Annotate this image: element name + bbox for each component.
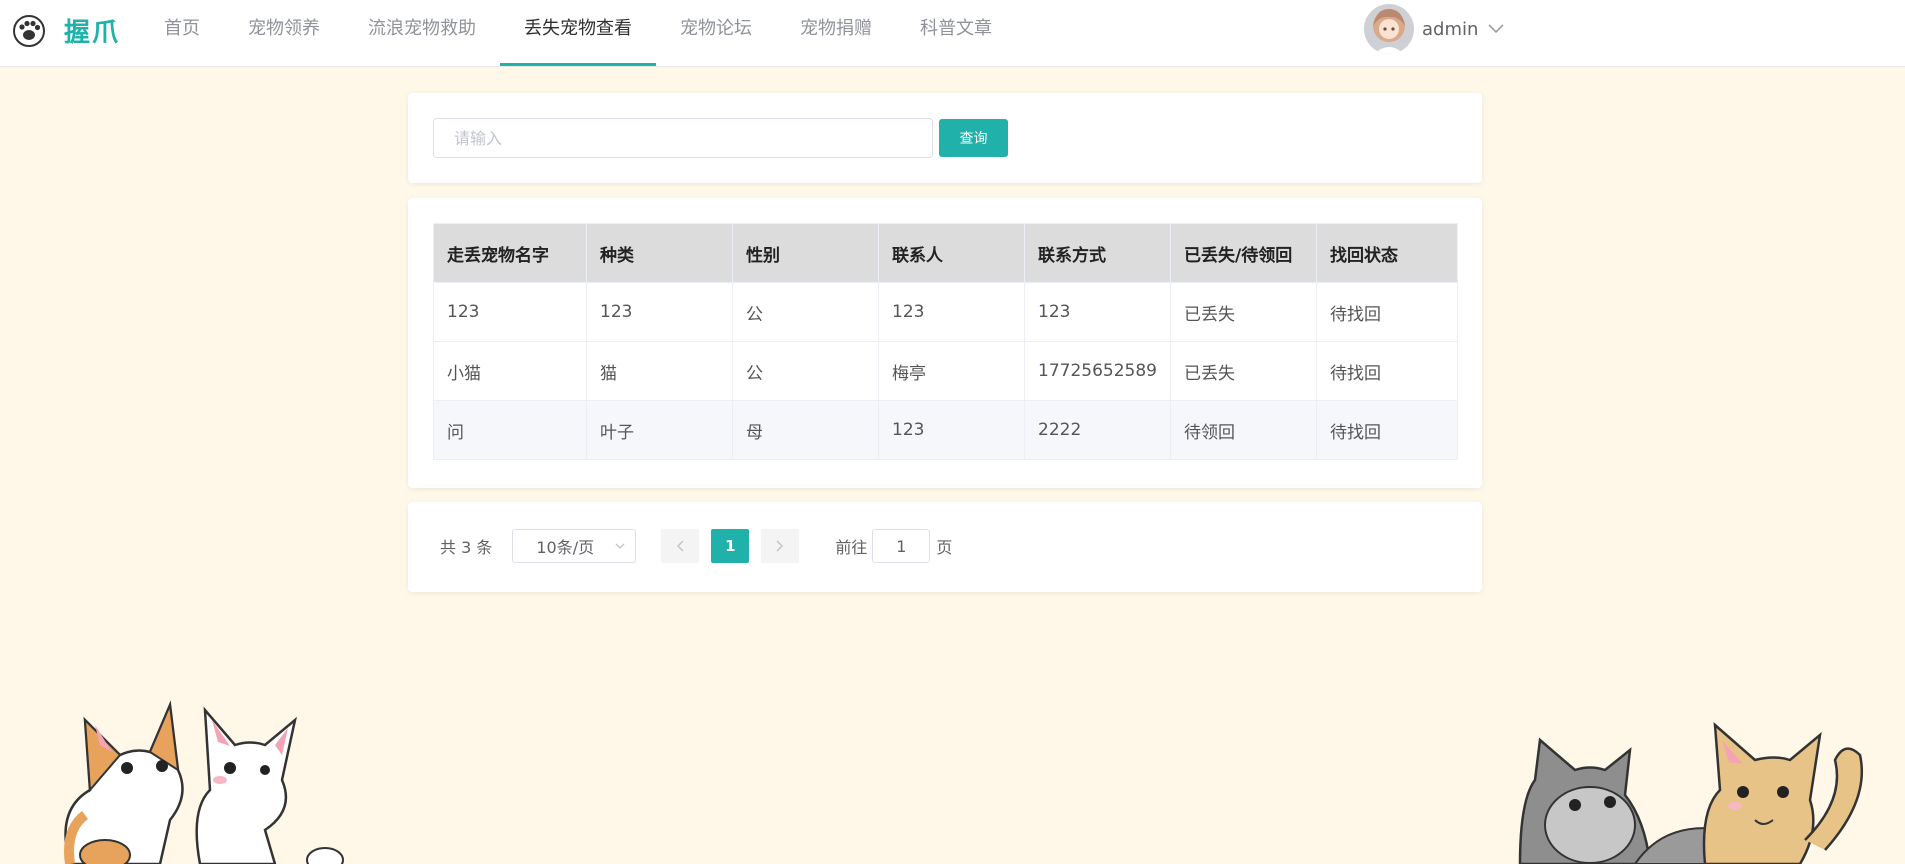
table-cell: 123 <box>433 282 587 342</box>
table-cell: 小猫 <box>433 341 587 401</box>
table-cell: 123 <box>586 282 733 342</box>
table-cell: 叶子 <box>586 400 733 460</box>
table-cell: 待找回 <box>1316 341 1458 401</box>
goto-suffix: 页 <box>936 538 953 557</box>
table-row[interactable]: 问 叶子 母 123 2222 待领回 待找回 <box>433 400 1458 460</box>
avatar[interactable] <box>1364 4 1414 54</box>
page-size-value: 10条/页 <box>536 538 595 557</box>
nav-item-home[interactable]: 首页 <box>140 0 224 66</box>
chevron-left-icon <box>677 540 684 552</box>
nav-item-lost-pets[interactable]: 丢失宠物查看 <box>500 0 656 66</box>
lost-pets-table: 走丢宠物名字 种类 性别 联系人 联系方式 已丢失/待领回 找回状态 123 1… <box>433 223 1458 460</box>
table-cell: 待领回 <box>1170 400 1317 460</box>
top-navbar: 握爪 首页 宠物领养 流浪宠物救助 丢失宠物查看 宠物论坛 宠物捐赠 科普文章 … <box>0 0 1905 67</box>
table-cell: 2222 <box>1024 400 1171 460</box>
total-count: 共 3 条 <box>440 538 493 557</box>
main-nav: 首页 宠物领养 流浪宠物救助 丢失宠物查看 宠物论坛 宠物捐赠 科普文章 <box>140 0 1016 66</box>
table-cell: 123 <box>878 400 1025 460</box>
table-cell: 123 <box>878 282 1025 342</box>
col-header-contact-info[interactable]: 联系方式 <box>1024 223 1171 283</box>
next-page-button[interactable] <box>761 529 800 563</box>
goto-page-input[interactable] <box>872 529 931 563</box>
table-row[interactable]: 123 123 公 123 123 已丢失 待找回 <box>433 282 1458 342</box>
username[interactable]: admin <box>1422 19 1478 40</box>
table-cell: 待找回 <box>1316 400 1458 460</box>
search-button[interactable]: 查询 <box>939 119 1008 157</box>
table-cell: 待找回 <box>1316 282 1458 342</box>
table-cell: 123 <box>1024 282 1171 342</box>
page-number-button[interactable]: 1 <box>711 529 750 563</box>
table-header-row: 走丢宠物名字 种类 性别 联系人 联系方式 已丢失/待领回 找回状态 <box>433 223 1458 283</box>
table-cell: 问 <box>433 400 587 460</box>
table-cell: 猫 <box>586 341 733 401</box>
pagination-card: 共 3 条 10条/页 1 前往 页 <box>408 502 1482 592</box>
table-cell: 梅亭 <box>878 341 1025 401</box>
page-size-select[interactable]: 10条/页 <box>512 529 637 563</box>
search-card: 查询 <box>408 93 1482 183</box>
prev-page-button[interactable] <box>661 529 700 563</box>
table-cell: 公 <box>732 341 879 401</box>
search-input[interactable] <box>433 118 933 158</box>
table-cell: 17725652589 <box>1024 341 1171 401</box>
brand-logo-text[interactable]: 握爪 <box>64 12 120 49</box>
cats-illustration-right <box>1518 722 1864 864</box>
table-row[interactable]: 小猫 猫 公 梅亭 17725652589 已丢失 待找回 <box>433 341 1458 401</box>
nav-item-pet-adoption[interactable]: 宠物领养 <box>224 0 344 66</box>
nav-item-science-articles[interactable]: 科普文章 <box>896 0 1016 66</box>
pagination: 共 3 条 10条/页 1 前往 页 <box>440 529 952 563</box>
col-header-contact-person[interactable]: 联系人 <box>878 223 1025 283</box>
col-header-lost-status[interactable]: 已丢失/待领回 <box>1170 223 1317 283</box>
lost-pets-table-card: 走丢宠物名字 种类 性别 联系人 联系方式 已丢失/待领回 找回状态 123 1… <box>408 198 1482 488</box>
col-header-recovery-status[interactable]: 找回状态 <box>1316 223 1458 283</box>
col-header-pet-name[interactable]: 走丢宠物名字 <box>433 223 587 283</box>
nav-item-pet-donation[interactable]: 宠物捐赠 <box>776 0 896 66</box>
table-cell: 公 <box>732 282 879 342</box>
col-header-species[interactable]: 种类 <box>586 223 733 283</box>
nav-item-stray-rescue[interactable]: 流浪宠物救助 <box>344 0 500 66</box>
chevron-down-icon <box>615 543 625 549</box>
chevron-right-icon <box>776 540 784 552</box>
cats-illustration-left <box>64 700 344 864</box>
table-cell: 已丢失 <box>1170 282 1317 342</box>
table-cell: 母 <box>732 400 879 460</box>
col-header-gender[interactable]: 性别 <box>732 223 879 283</box>
chevron-down-icon[interactable] <box>1488 24 1504 34</box>
paw-icon[interactable] <box>12 14 46 48</box>
user-menu[interactable]: admin <box>1364 2 1504 56</box>
nav-item-pet-forum[interactable]: 宠物论坛 <box>656 0 776 66</box>
table-cell: 已丢失 <box>1170 341 1317 401</box>
goto-label: 前往 <box>835 538 868 557</box>
